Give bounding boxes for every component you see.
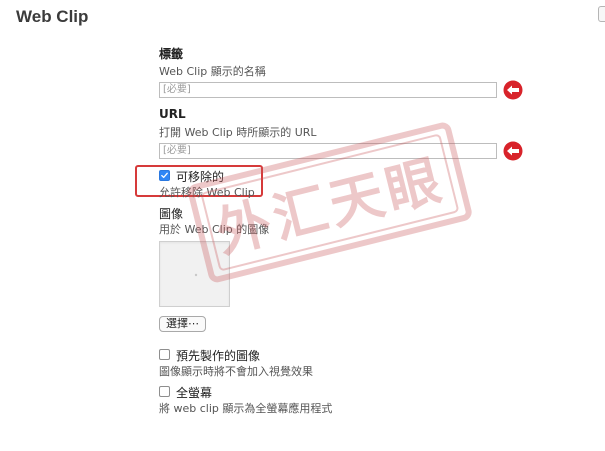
removable-description: 允許移除 Web Clip	[159, 186, 255, 199]
required-arrow-icon	[503, 80, 523, 100]
page-title: Web Clip	[16, 7, 89, 26]
precomposed-label: 預先製作的圖像	[176, 349, 261, 363]
label-input[interactable]: [必要]	[159, 82, 497, 98]
label-heading: 標籤	[159, 47, 184, 61]
precomposed-checkbox[interactable]	[159, 349, 170, 360]
image-heading: 圖像	[159, 207, 184, 221]
fullscreen-checkbox[interactable]	[159, 386, 170, 397]
image-well[interactable]	[159, 241, 230, 307]
window-edge-control[interactable]	[598, 6, 605, 22]
precomposed-description: 圖像顯示時將不會加入視覺效果	[159, 365, 313, 378]
removable-checkbox[interactable]	[159, 170, 170, 181]
fullscreen-label: 全螢幕	[176, 386, 213, 400]
required-arrow-icon	[503, 141, 523, 161]
image-placeholder-icon	[194, 273, 198, 277]
removable-label: 可移除的	[176, 170, 225, 184]
image-description: 用於 Web Clip 的圖像	[159, 223, 270, 236]
url-heading: URL	[159, 107, 186, 121]
url-description: 打開 Web Clip 時所顯示的 URL	[159, 126, 317, 139]
label-description: Web Clip 顯示的名稱	[159, 65, 266, 78]
fullscreen-description: 將 web clip 顯示為全螢幕應用程式	[159, 402, 333, 415]
checkmark-icon	[161, 172, 168, 179]
choose-image-button[interactable]: 選擇⋯	[159, 316, 206, 332]
url-input[interactable]: [必要]	[159, 143, 497, 159]
